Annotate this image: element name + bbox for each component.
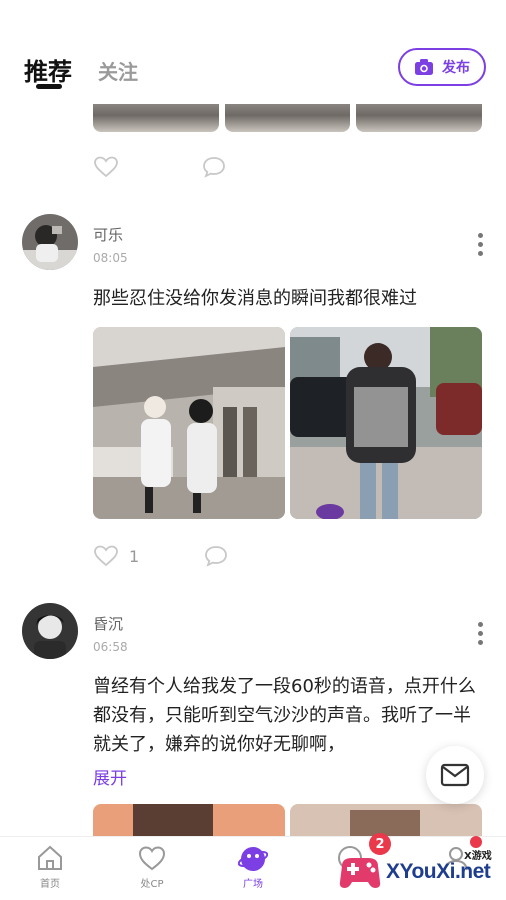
post-photo[interactable] <box>93 804 285 836</box>
more-options-icon[interactable] <box>476 233 484 256</box>
post-text: 曾经有个人给我发了一段60秒的语音，点开什么都没有，只能听到空气沙沙的声音。我听… <box>93 676 476 755</box>
like-count: 1 <box>129 546 140 566</box>
post-time: 06:58 <box>93 640 128 654</box>
comment-bubble-icon[interactable] <box>203 543 229 569</box>
heart-icon <box>138 846 166 871</box>
tab-follow[interactable]: 关注 <box>98 56 138 85</box>
post-username[interactable]: 昏沉 <box>93 613 123 634</box>
top-header: 推荐 关注 发布 <box>0 0 506 104</box>
tab-plaza[interactable]: 广场 <box>223 843 283 890</box>
tab-cp-label: 处CP <box>140 879 164 890</box>
like-heart-icon[interactable] <box>93 154 119 180</box>
publish-label: 发布 <box>442 60 470 76</box>
plaza-icon <box>238 847 268 871</box>
post-photo[interactable] <box>290 327 482 519</box>
avatar[interactable] <box>22 603 78 659</box>
post-username[interactable]: 可乐 <box>93 224 123 245</box>
tab-recommend[interactable]: 推荐 <box>24 52 72 87</box>
post-text: 那些忍住没给你发消息的瞬间我都很难过 <box>93 288 417 309</box>
tab-active-indicator <box>36 84 62 89</box>
avatar[interactable] <box>22 214 78 270</box>
gamepad-logo-icon <box>339 858 381 888</box>
mail-button[interactable] <box>426 746 484 804</box>
publish-button[interactable]: 发布 <box>398 48 486 86</box>
camera-icon <box>415 59 433 75</box>
watermark-brand: XYouXi.net <box>386 860 491 883</box>
prev-post-photo[interactable] <box>224 104 351 132</box>
tab-cp[interactable]: 处CP <box>122 843 182 890</box>
prev-post-photo[interactable] <box>356 104 483 132</box>
prev-post-actions <box>93 154 227 180</box>
tab-plaza-label: 广场 <box>243 879 263 890</box>
post-photo[interactable] <box>93 327 285 519</box>
prev-post-images <box>93 104 483 132</box>
home-icon <box>38 845 62 870</box>
post-actions: 1 <box>93 543 229 569</box>
prev-post-photo[interactable] <box>93 104 219 132</box>
comment-bubble-icon[interactable] <box>201 154 227 180</box>
watermark: XYouXi.net X游戏 <box>336 846 504 896</box>
like-heart-icon[interactable] <box>93 543 119 569</box>
more-options-icon[interactable] <box>476 622 484 645</box>
post-photo[interactable] <box>290 804 482 836</box>
tab-home-label: 首页 <box>40 879 60 890</box>
post-time: 08:05 <box>93 251 128 265</box>
watermark-sub: X游戏 <box>464 851 492 862</box>
tab-home[interactable]: 首页 <box>20 843 80 890</box>
expand-link[interactable]: 展开 <box>93 764 127 789</box>
mail-icon <box>440 763 470 787</box>
